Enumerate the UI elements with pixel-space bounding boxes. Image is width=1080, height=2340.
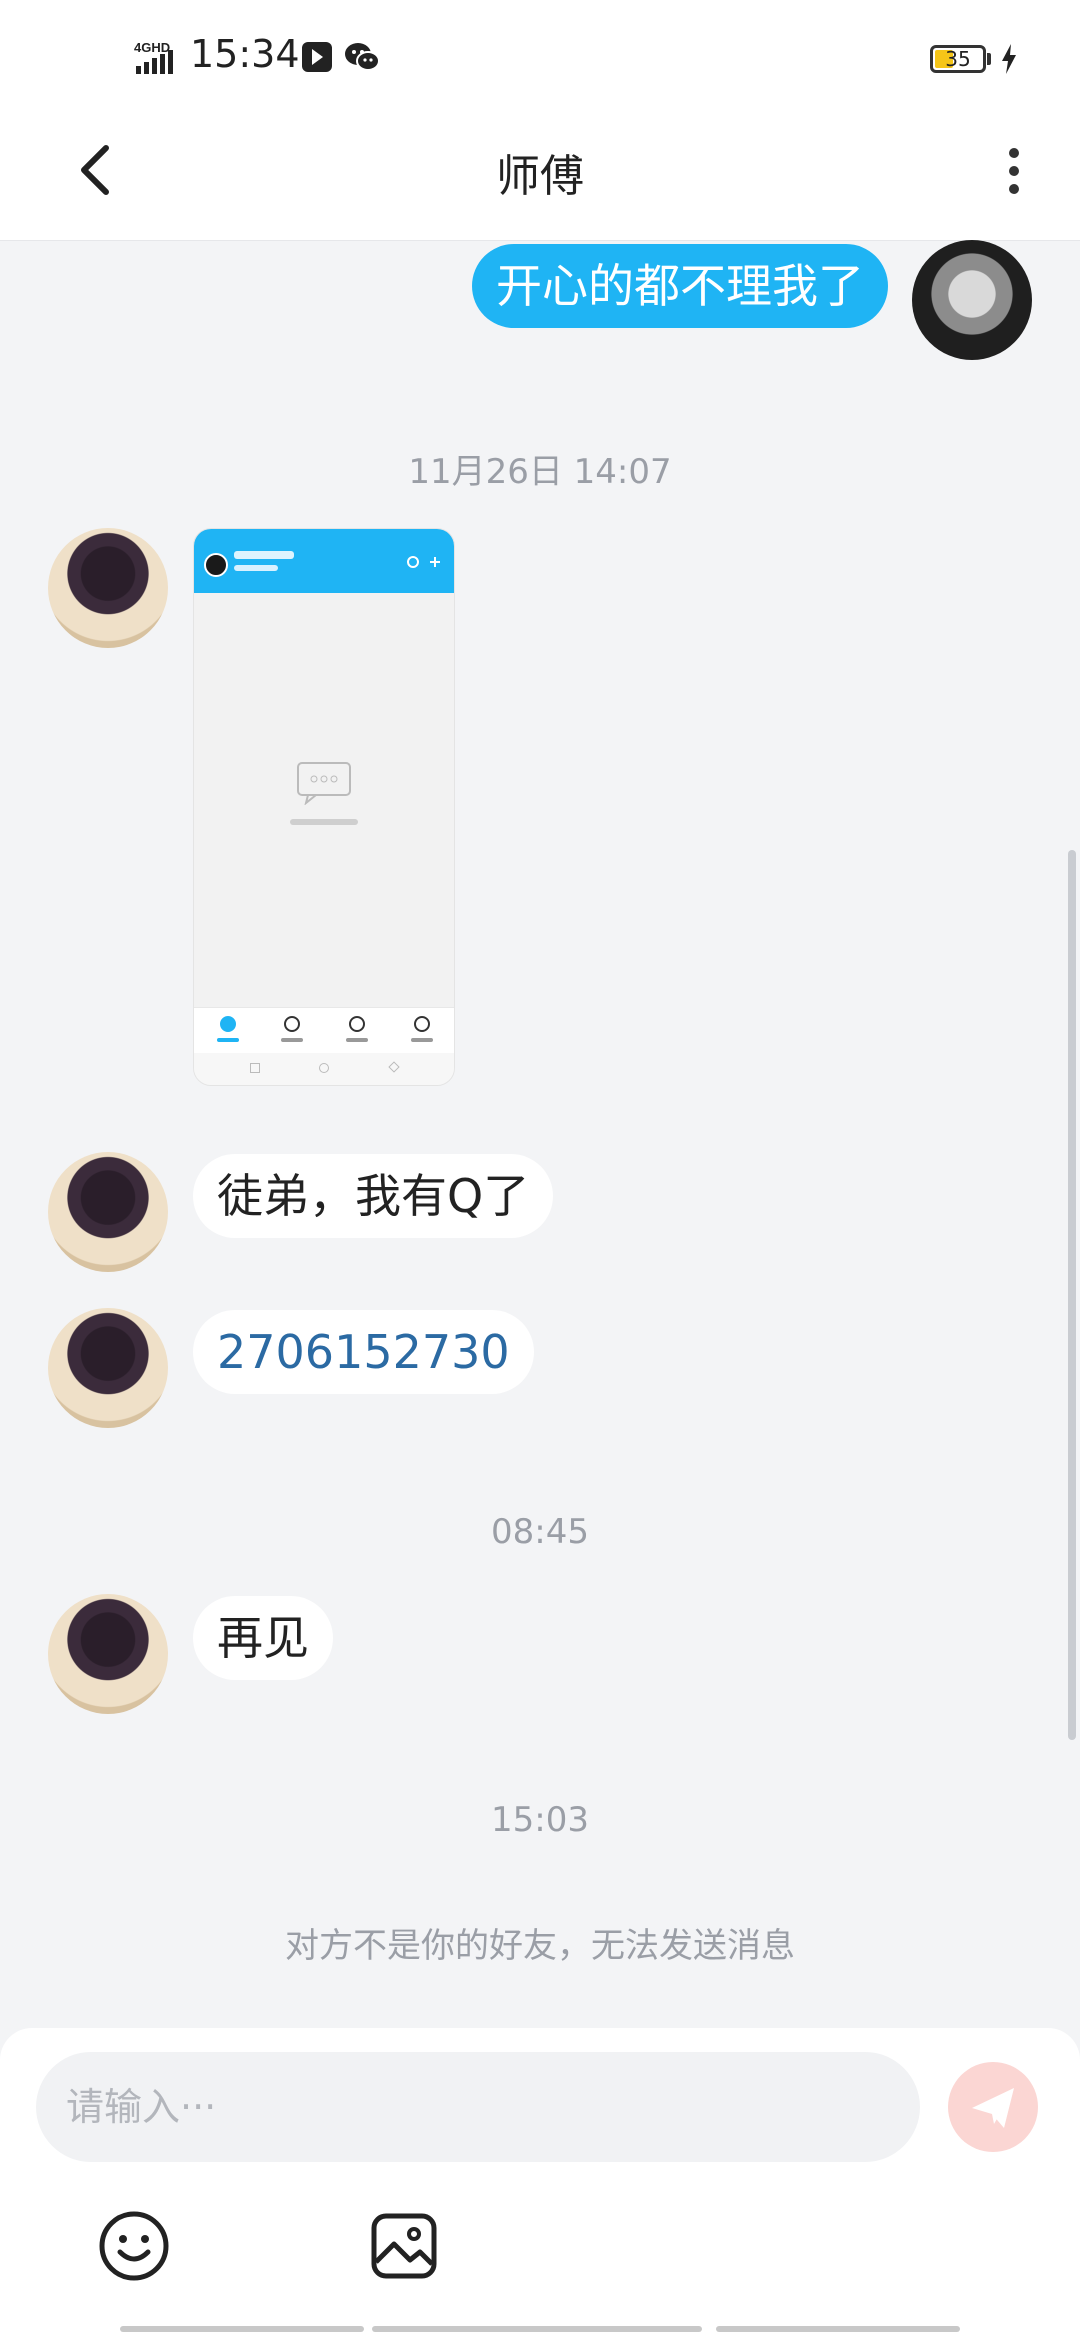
notification-app-icon [302, 42, 332, 72]
received-image-message[interactable] [193, 528, 455, 1086]
emoji-icon[interactable] [98, 2210, 170, 2282]
timestamp: 15:03 [491, 1800, 589, 1840]
status-time: 15:34 [190, 32, 300, 76]
charging-icon [1002, 44, 1016, 74]
contact-avatar[interactable] [48, 1308, 168, 1428]
send-icon [972, 2088, 1014, 2128]
contact-avatar[interactable] [48, 1152, 168, 1272]
more-options-icon[interactable] [995, 140, 1033, 200]
battery-level: 35 [945, 47, 971, 71]
battery-icon: 35 [930, 45, 986, 73]
sent-message-bubble[interactable]: 开心的都不理我了 [472, 244, 888, 328]
message-input[interactable] [36, 2052, 920, 2162]
contact-avatar[interactable] [48, 1594, 168, 1714]
system-nav-bar[interactable] [120, 2326, 364, 2332]
system-nav-bar[interactable] [716, 2326, 960, 2332]
self-avatar[interactable] [912, 240, 1032, 360]
system-nav-bar[interactable] [372, 2326, 702, 2332]
send-button[interactable] [948, 2062, 1038, 2152]
contact-avatar[interactable] [48, 528, 168, 648]
signal-icon: 4GHD [134, 40, 173, 74]
timestamp: 08:45 [491, 1512, 589, 1552]
not-friend-notice: 对方不是你的好友，无法发送消息 [285, 1926, 795, 1966]
wechat-icon [345, 43, 380, 71]
received-message-bubble[interactable]: 再见 [193, 1596, 333, 1680]
received-number-bubble[interactable]: 2706152730 [193, 1310, 534, 1394]
timestamp: 11月26日 14:07 [408, 452, 672, 492]
page-title: 师傅 [496, 151, 584, 202]
network-label: 4GHD [134, 40, 170, 55]
received-message-bubble[interactable]: 徒弟，我有Q了 [193, 1154, 554, 1238]
image-icon[interactable] [370, 2212, 438, 2280]
scrollbar[interactable] [1068, 850, 1076, 1740]
